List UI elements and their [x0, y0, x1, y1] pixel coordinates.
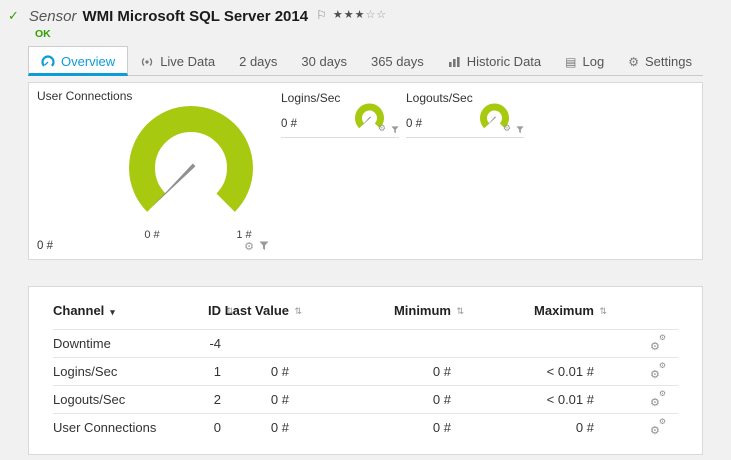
table-row: Logouts/Sec 2 0 # 0 # < 0.01 # ⚙ ⚙ — [53, 384, 678, 413]
logins-gauge: Logins/Sec 0 # ⚙ — [281, 91, 399, 138]
cell-last-value: 0 # — [270, 363, 289, 379]
column-maximum[interactable]: Maximum ⇅ — [451, 303, 607, 319]
funnel-icon[interactable] — [391, 125, 399, 134]
cell-id: 2 — [213, 391, 221, 407]
dropdown-icon: ▾ — [110, 307, 115, 317]
cell-maximum: 0 # — [575, 419, 594, 435]
tab-settings[interactable]: ⚙ Settings — [616, 47, 704, 75]
funnel-icon[interactable] — [516, 125, 524, 134]
gauge-title: User Connections — [37, 89, 133, 103]
tab-log[interactable]: ▤ Log — [553, 47, 616, 75]
status-ok-icon: ✓ — [8, 9, 19, 24]
table-header: Channel ▾ ID ⇅ Last Value ⇅ Minimum ⇅ Maximu… — [53, 287, 678, 329]
column-minimum[interactable]: Minimum ⇅ — [289, 303, 464, 319]
tab-2-days[interactable]: 2 days — [227, 47, 289, 75]
gauge-icon — [41, 55, 55, 67]
flag-icon[interactable]: ⚐ — [316, 8, 327, 22]
page-title: WMI Microsoft SQL Server 2014 — [82, 8, 309, 25]
cell-id: 1 — [213, 363, 221, 379]
gear-icon[interactable]: ⚙ — [378, 125, 386, 134]
sensor-header: ✓ Sensor WMI Microsoft SQL Server 2014 ⚐… — [0, 0, 731, 40]
tab-30-days[interactable]: 30 days — [289, 47, 359, 75]
tab-label: Live Data — [160, 54, 216, 69]
cell-channel: Downtime — [53, 335, 111, 351]
tab-bar: Overview Live Data 2 days 30 days 365 da… — [28, 46, 703, 76]
priority-rating[interactable]: ★★★☆☆ — [333, 8, 387, 21]
gear-icon[interactable]: ⚙ — [244, 241, 254, 252]
broadcast-icon — [142, 57, 153, 66]
gear-icon: ⚙ — [628, 54, 639, 69]
cell-last-value: 0 # — [270, 419, 289, 435]
column-last-value[interactable]: Last Value ⇅ — [221, 303, 302, 319]
column-channel[interactable]: Channel ▾ — [53, 303, 173, 319]
channel-settings-icon[interactable]: ⚙ ⚙ — [650, 334, 666, 353]
cell-id: -4 — [209, 335, 221, 351]
tab-label: Settings — [644, 54, 692, 69]
sensor-kind-label: Sensor — [28, 8, 77, 25]
user-connections-gauge: User Connections 0 # 1 # 0 # ⚙ — [37, 89, 277, 255]
channel-settings-icon[interactable]: ⚙ ⚙ — [650, 362, 666, 381]
gauges-panel: User Connections 0 # 1 # 0 # ⚙ Logins/Se… — [28, 82, 703, 260]
gauge-value: 0 # — [281, 118, 297, 130]
cell-channel: Logouts/Sec — [53, 391, 126, 407]
status-badge: OK — [35, 28, 51, 40]
cell-minimum: 0 # — [432, 363, 451, 379]
tab-label: 2 days — [239, 54, 278, 69]
column-id[interactable]: ID ⇅ — [173, 303, 234, 319]
channel-settings-icon[interactable]: ⚙ ⚙ — [650, 418, 666, 437]
logouts-gauge: Logouts/Sec 0 # ⚙ — [406, 91, 524, 138]
tab-overview[interactable]: Overview — [28, 46, 129, 76]
sensor-page: ✓ Sensor WMI Microsoft SQL Server 2014 ⚐… — [0, 0, 731, 455]
tab-label: Log — [582, 54, 605, 69]
tab-label: 30 days — [301, 54, 347, 69]
tab-label: Overview — [61, 54, 116, 69]
bar-chart-icon — [448, 56, 460, 67]
table-row: Logins/Sec 1 0 # 0 # < 0.01 # ⚙ ⚙ — [53, 356, 678, 385]
tab-live-data[interactable]: Live Data — [128, 47, 227, 75]
funnel-icon[interactable] — [259, 241, 269, 251]
tab-label: 365 days — [370, 54, 424, 69]
tab-365-days[interactable]: 365 days — [359, 47, 436, 75]
user-connections-dial — [129, 106, 253, 212]
cell-minimum: 0 # — [432, 391, 451, 407]
cell-channel: Logins/Sec — [53, 363, 118, 379]
cell-minimum: 0 # — [432, 419, 451, 435]
table-row: Downtime -4 ⚙ ⚙ — [53, 328, 678, 357]
channel-settings-icon[interactable]: ⚙ ⚙ — [650, 390, 666, 409]
cell-last-value: 0 # — [270, 391, 289, 407]
tab-historic-data[interactable]: Historic Data — [436, 47, 553, 75]
table-row: User Connections 0 0 # 0 # 0 # ⚙ ⚙ — [53, 412, 678, 441]
gauge-value: 0 # — [37, 240, 53, 252]
cell-maximum: < 0.01 # — [546, 363, 594, 379]
gear-icon[interactable]: ⚙ — [503, 125, 511, 134]
tab-label: Historic Data — [466, 54, 542, 69]
sort-icon: ⇅ — [599, 306, 607, 317]
stars-empty: ☆☆ — [365, 8, 388, 21]
cell-channel: User Connections — [53, 419, 157, 435]
stars-filled: ★★★ — [332, 8, 366, 21]
cell-maximum: < 0.01 # — [546, 391, 594, 407]
cell-id: 0 — [213, 419, 221, 435]
gauge-value: 0 # — [406, 118, 422, 130]
channels-table: Channel ▾ ID ⇅ Last Value ⇅ Minimum ⇅ Maximu… — [28, 286, 703, 455]
log-icon: ▤ — [565, 54, 577, 69]
